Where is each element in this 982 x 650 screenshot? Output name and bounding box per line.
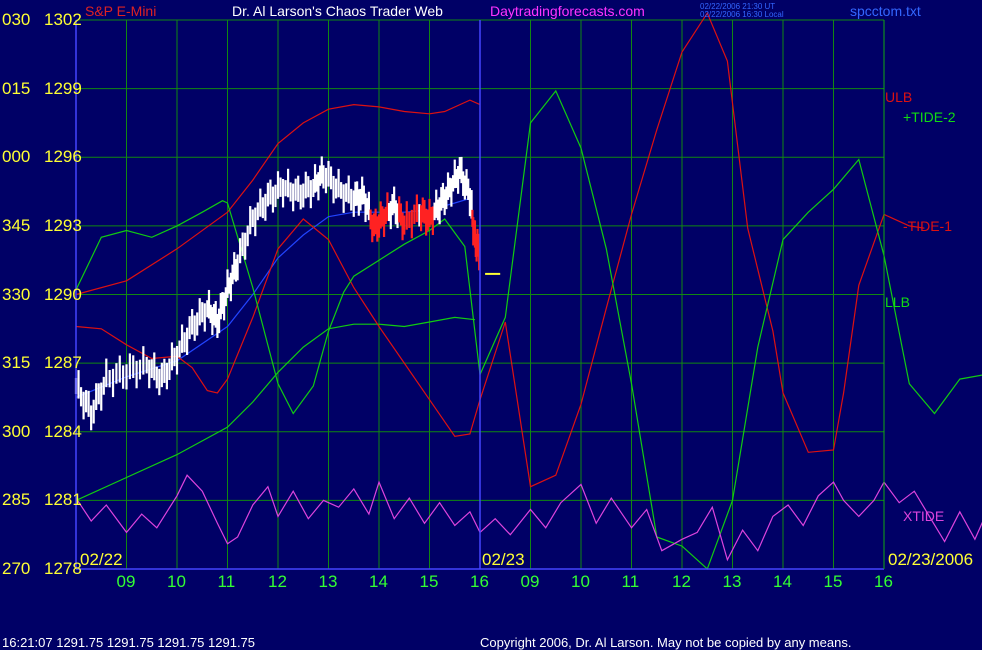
x-tick-label: 10 <box>167 572 186 591</box>
site-link[interactable]: Daytradingforecasts.com <box>490 4 645 18</box>
y-price-label: 1281 <box>44 490 82 510</box>
y-degree-label: 300 <box>2 421 31 441</box>
y-price-label: 1296 <box>44 147 82 167</box>
y-price-label: 1290 <box>44 284 82 304</box>
y-price-label: 1293 <box>44 215 82 235</box>
copyright: Copyright 2006, Dr. Al Larson. May not b… <box>480 635 852 650</box>
series-llb <box>75 316 476 501</box>
x-tick-label: 14 <box>773 572 792 591</box>
x-tick-label: 12 <box>672 572 691 591</box>
file-name: spcctom.txt <box>850 3 921 19</box>
chart-title: Dr. Al Larson's Chaos Trader Web <box>232 3 443 19</box>
x-tick-label: 09 <box>520 572 540 591</box>
y-price-label: 1284 <box>44 421 82 441</box>
y-degree-label: 000 <box>2 147 31 167</box>
date-label: 02/23 <box>482 550 525 569</box>
y-price-label: 1287 <box>44 353 82 373</box>
x-tick-label: 09 <box>116 572 136 591</box>
local-timestamp: 02/22/2006 16:30 Local <box>700 10 784 19</box>
y-degree-label: 285 <box>2 490 31 510</box>
quote-readout: 16:21:07 1291.75 1291.75 1291.75 1291.75 <box>2 635 256 650</box>
y-degree-label: 330 <box>2 284 31 304</box>
chart-series <box>74 11 982 571</box>
x-tick-label: 10 <box>571 572 590 591</box>
x-tick-label: 13 <box>722 572 742 591</box>
llb-label: LLB <box>885 294 910 310</box>
x-tick-label: 14 <box>369 572 388 591</box>
x-tick-label: 16 <box>470 572 489 591</box>
tide1-label: -TIDE-1 <box>903 218 952 234</box>
x-tick-label: 12 <box>268 572 287 591</box>
y-degree-label: 270 <box>2 559 31 578</box>
x-tick-label: 13 <box>318 572 338 591</box>
y-price-label: 1299 <box>44 78 82 98</box>
x-tick-label: 15 <box>419 572 439 591</box>
y-price-label: 1278 <box>44 559 82 578</box>
instrument-label: S&P E-Mini <box>85 3 157 19</box>
y-degree-label: 015 <box>2 78 31 98</box>
date-label: 02/22 <box>80 550 123 569</box>
x-tick-label: 15 <box>823 572 843 591</box>
y-degree-label: 345 <box>2 215 31 235</box>
xtide-label: XTIDE <box>903 508 945 524</box>
x-tick-label: 16 <box>874 572 893 591</box>
tide2-label: +TIDE-2 <box>903 109 956 125</box>
y-degree-label: 315 <box>2 353 31 373</box>
ulb-label: ULB <box>885 89 913 105</box>
x-tick-label: 11 <box>217 572 236 591</box>
series-red <box>75 11 925 488</box>
date-label: 02/23/2006 <box>888 550 974 569</box>
y-degree-label: 030 <box>2 10 31 29</box>
series-xtide <box>75 474 982 562</box>
x-tick-label: 11 <box>621 572 640 591</box>
y-price-label: 1302 <box>44 10 82 29</box>
